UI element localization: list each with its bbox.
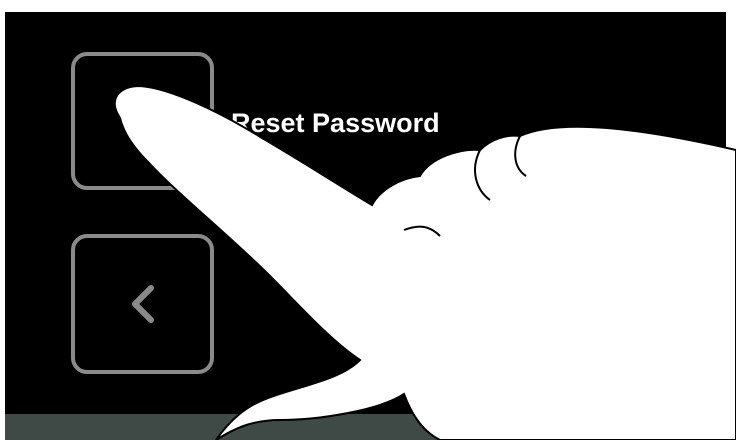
back-button-top[interactable] — [71, 52, 214, 190]
checkmark-icon — [624, 353, 673, 388]
footer-bar — [5, 414, 726, 440]
back-button[interactable] — [71, 234, 214, 374]
chevron-left-icon — [131, 285, 154, 323]
page-title: Reset Password — [231, 108, 440, 138]
chevron-left-icon — [131, 102, 154, 140]
device-screen: Reset Password — [5, 12, 726, 440]
